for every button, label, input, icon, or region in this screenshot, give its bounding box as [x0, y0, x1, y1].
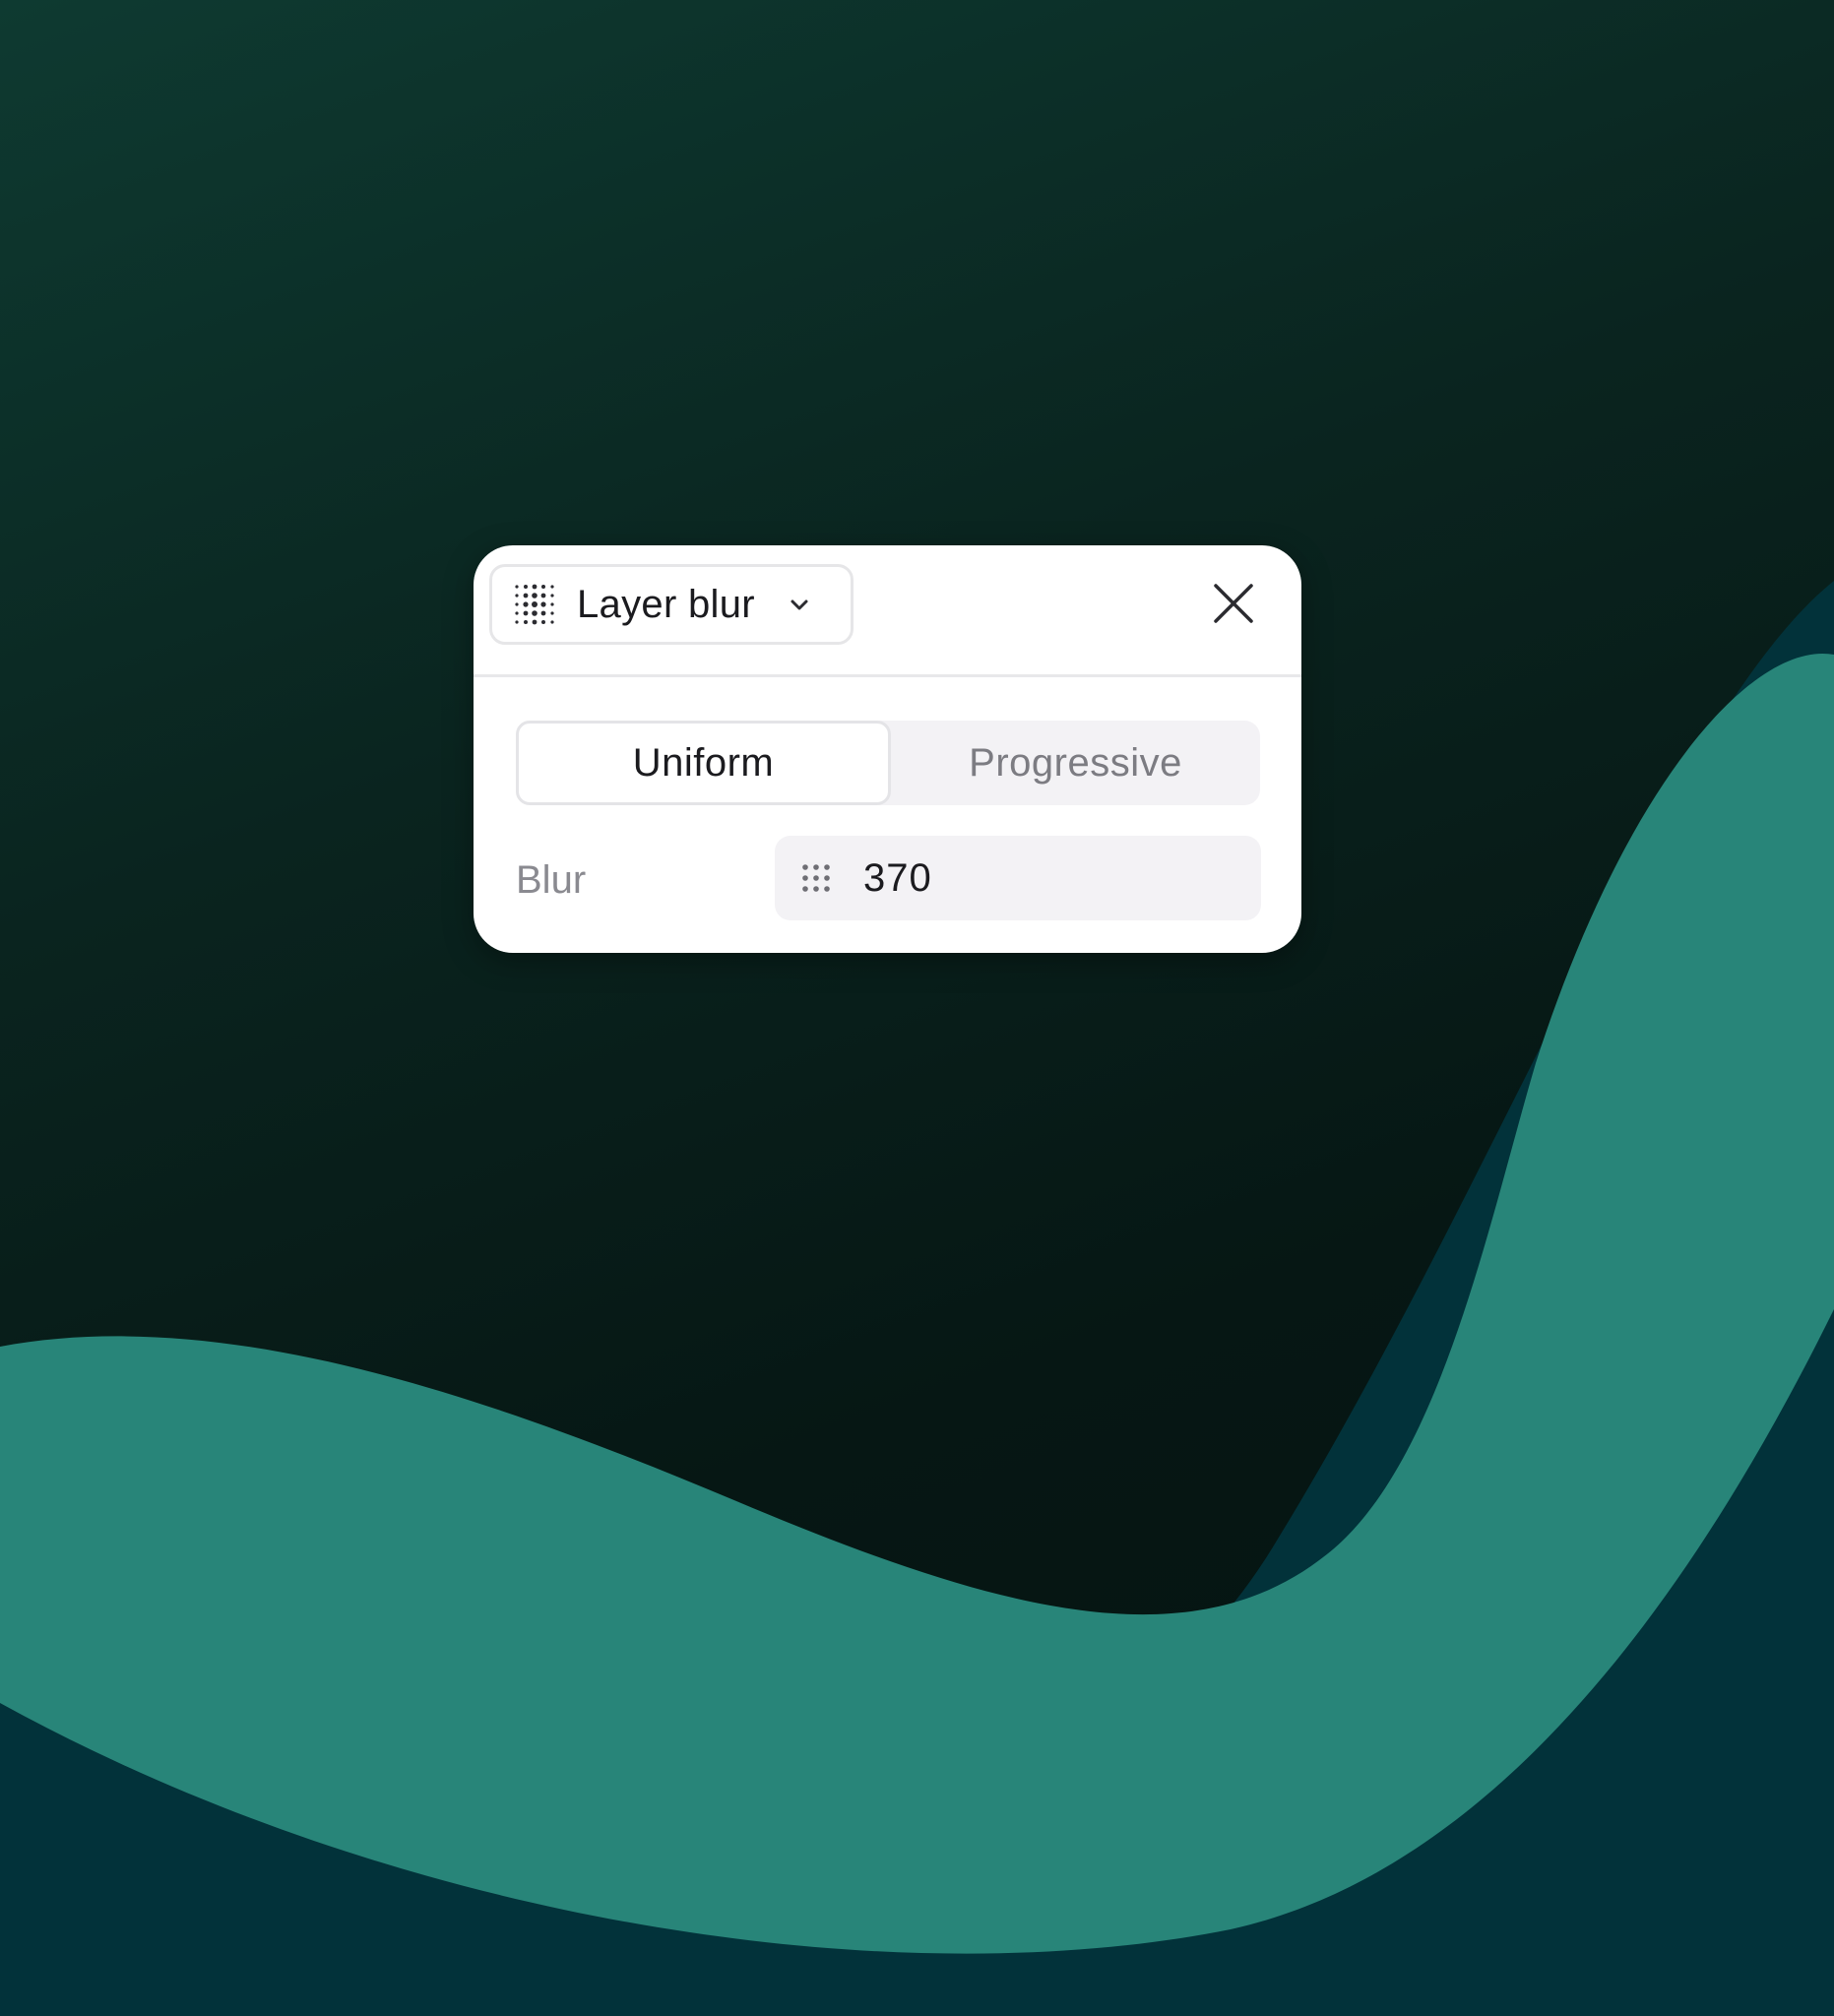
blur-mode-uniform[interactable]: Uniform — [516, 721, 891, 805]
chevron-down-icon — [791, 599, 808, 610]
layer-blur-icon — [515, 584, 554, 625]
effect-type-dropdown[interactable]: Layer blur — [489, 564, 854, 645]
panel-header: Layer blur — [474, 545, 1301, 677]
blur-label: Blur — [516, 858, 587, 902]
close-button[interactable] — [1206, 576, 1261, 631]
blur-mode-segmented-control: Uniform Progressive — [516, 721, 1260, 805]
blur-settings-panel: Layer blur Uniform Progressive Blur 370 — [474, 545, 1301, 953]
close-icon — [1214, 584, 1253, 623]
blur-value: 370 — [863, 855, 932, 900]
blur-mode-progressive[interactable]: Progressive — [891, 721, 1260, 805]
effect-type-label: Layer blur — [577, 582, 755, 626]
wave-artwork — [0, 581, 1834, 2016]
blur-value-input[interactable]: 370 — [775, 836, 1261, 920]
drag-handle-icon[interactable] — [800, 862, 832, 894]
canvas-background — [0, 0, 1834, 2016]
